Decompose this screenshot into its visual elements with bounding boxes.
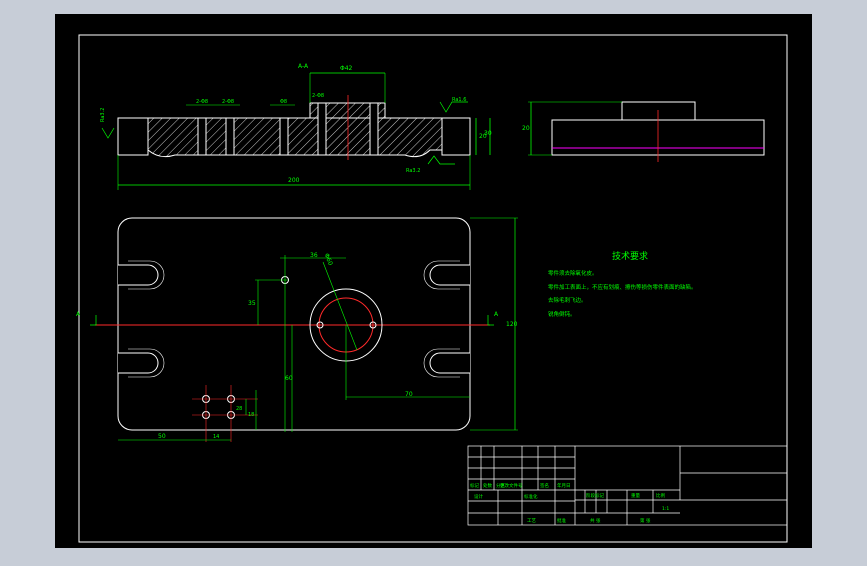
tb-process: 工艺 (527, 518, 536, 524)
section-bore-left (317, 102, 327, 156)
tb-scale: 比例 (656, 492, 665, 499)
roughness-right-top: Ra1.6 (452, 97, 466, 103)
tech-title: 技术要求 (612, 250, 648, 262)
tb-approve: 批准 (557, 517, 566, 524)
section-hole-2 (225, 117, 235, 156)
dim-35: 35 (248, 300, 256, 307)
dim-hole-4: 2-Φ8 (312, 93, 324, 99)
dim-14: 14 (213, 434, 219, 440)
tb-standardize: 标准化 (524, 493, 538, 500)
tb-scale-value: 1:1 (662, 506, 669, 512)
cad-viewport[interactable]: 200 Φ42 A-A 2-Φ8 2-Φ8 Φ8 2-Φ8 20 30 Ra3.… (0, 0, 867, 562)
slot-left-bottom (118, 352, 159, 374)
tech-line-3: 去除毛刺飞边。 (548, 296, 587, 304)
slot-right-bottom (429, 352, 470, 374)
dim-height-total: 30 (484, 130, 492, 137)
dim-counterbore: Φ42 (340, 65, 353, 72)
section-hole-3 (279, 117, 289, 156)
dim-hole-1: 2-Φ8 (196, 99, 208, 105)
tb-date: 年月日 (557, 482, 571, 489)
dim-hole-2: 2-Φ8 (222, 99, 234, 105)
tb-stage-mark: 阶段标记 (586, 492, 604, 499)
slot-right-top (429, 264, 470, 286)
section-label: A-A (298, 63, 309, 70)
side-height-label: 20 (522, 125, 530, 132)
tb-signature: 签名 (540, 482, 549, 489)
dim-36: 36 (310, 252, 318, 259)
dim-50: 50 (158, 433, 166, 440)
dim-70: 70 (405, 391, 413, 398)
slot-left-top (118, 264, 159, 286)
dim-overall-length: 200 (288, 177, 300, 184)
tb-count: 处数 (483, 482, 492, 489)
tech-line-4: 锐角倒钝。 (548, 310, 576, 318)
section-body-hatch (147, 117, 443, 158)
roughness-left: Ra3.2 (100, 108, 106, 122)
dim-18: 18 (248, 412, 254, 418)
dim-hole-3: Φ8 (280, 99, 287, 105)
tb-change-doc: 更改文件号 (500, 482, 523, 489)
dim-28: 28 (236, 406, 242, 412)
dim-height: 120 (506, 321, 518, 328)
tech-line-1: 零件须去除氧化皮。 (548, 269, 598, 277)
tb-mark: 标记 (470, 482, 479, 489)
dim-60: 60 (285, 375, 293, 382)
tech-line-2: 零件加工表面上，不应有划痕、擦伤等损伤零件表面的缺陷。 (548, 283, 697, 291)
roughness-bottom: Ra3.2 (406, 168, 420, 174)
section-hole-1 (197, 117, 207, 156)
section-bore-right (369, 102, 379, 156)
tb-design: 设计 (474, 493, 483, 500)
drawing-canvas: 200 Φ42 A-A 2-Φ8 2-Φ8 Φ8 2-Φ8 20 30 Ra3.… (55, 14, 812, 548)
tb-sheet-no: 第 张 (640, 517, 651, 524)
tb-weight: 重量 (631, 492, 640, 499)
tb-sheets-total: 共 张 (590, 517, 601, 524)
